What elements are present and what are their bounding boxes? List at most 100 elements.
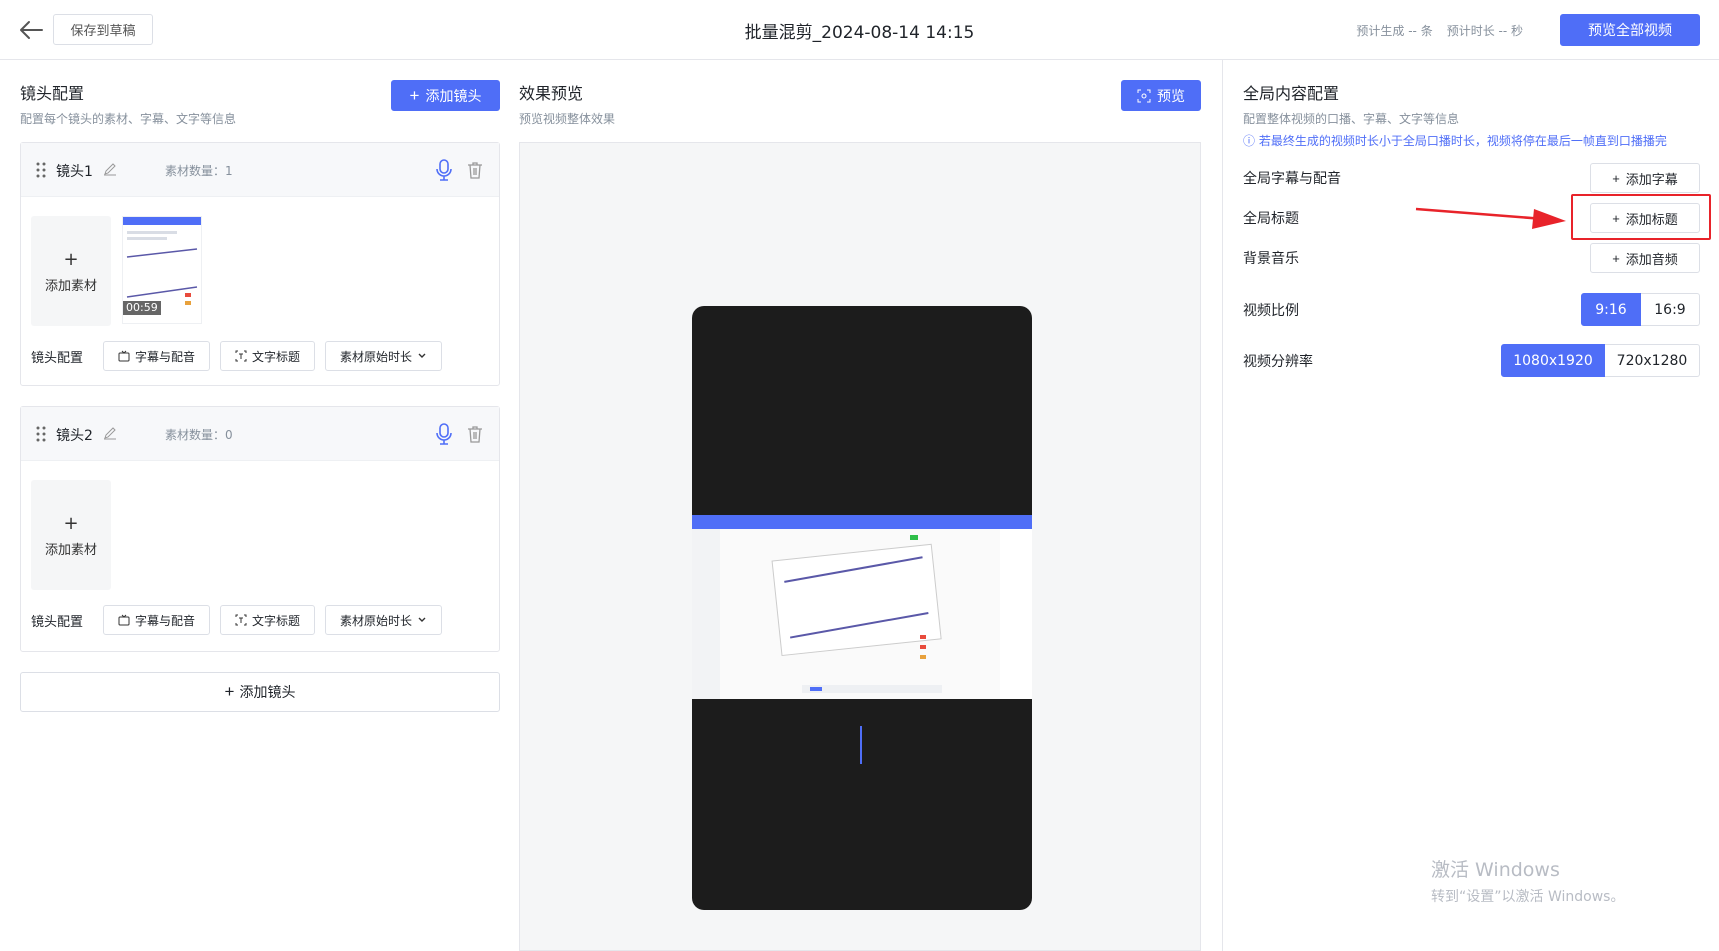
text-cursor xyxy=(860,726,862,764)
material-count: 素材数量：1 xyxy=(165,164,233,178)
text-title-button[interactable]: 文字标题 xyxy=(220,341,316,371)
video-resolution-segmented: 1080x1920 720x1280 xyxy=(1501,344,1700,377)
material-count: 素材数量：0 xyxy=(165,428,233,442)
duration-label: 素材原始时长 xyxy=(340,613,413,628)
global-subtitle-label: 全局字幕与配音 xyxy=(1243,171,1341,187)
watermark-line1: 激活 Windows xyxy=(1431,859,1560,881)
preview-panel: 效果预览 预览视频整体效果 预览 xyxy=(519,60,1201,951)
add-audio-label: 添加音频 xyxy=(1625,251,1678,267)
video-ratio-label: 视频比例 xyxy=(1243,302,1299,319)
text-frame-icon xyxy=(235,350,247,362)
shot-card-2: 镜头2 素材数量：0 + 添加素材 镜头配置 字幕与配音 文字标题 素材原始时长 xyxy=(20,406,500,652)
plus-icon: + xyxy=(224,682,235,701)
add-subtitle-label: 添加字幕 xyxy=(1625,171,1678,187)
text-title-label: 文字标题 xyxy=(252,613,301,628)
preview-button-label: 预览 xyxy=(1157,87,1185,104)
video-frame-image xyxy=(692,515,1032,699)
edit-icon[interactable] xyxy=(103,426,117,440)
add-shot-bottom-button[interactable]: + 添加镜头 xyxy=(20,672,500,712)
shot-config-label: 镜头配置 xyxy=(31,350,84,366)
shot-config-row: 镜头配置 字幕与配音 文字标题 素材原始时长 xyxy=(31,605,443,635)
add-material-button[interactable]: + 添加素材 xyxy=(31,216,111,326)
material-thumbnail[interactable]: 00:59 xyxy=(122,216,202,324)
thumbnail-bar xyxy=(123,217,201,225)
shot-name: 镜头1 xyxy=(56,164,93,180)
windows-activation-watermark: 激活 Windows 转到“设置”以激活 Windows。 xyxy=(1431,855,1624,906)
preview-video-frame xyxy=(692,515,1032,699)
tv-icon xyxy=(118,350,130,362)
add-title-button[interactable]: + 添加标题 xyxy=(1590,203,1700,233)
resolution-option-720[interactable]: 720x1280 xyxy=(1605,344,1700,377)
text-title-button[interactable]: 文字标题 xyxy=(220,605,316,635)
save-draft-button[interactable]: 保存到草稿 xyxy=(53,14,153,45)
drag-handle-icon[interactable] xyxy=(36,426,46,442)
generation-stats: 预计生成 -- 条 预计时长 -- 秒 xyxy=(1356,22,1523,39)
thumbnail-duration: 00:59 xyxy=(123,301,161,315)
add-audio-button[interactable]: + 添加音频 xyxy=(1590,243,1700,273)
add-title-label: 添加标题 xyxy=(1625,211,1678,227)
duration-notice: ⓘ 若最终生成的视频时长小于全局口播时长，视频将停在最后一帧直到口播播完 xyxy=(1243,132,1667,149)
shot-config-title: 镜头配置 xyxy=(20,84,85,103)
edit-icon[interactable] xyxy=(103,162,117,176)
trash-icon[interactable] xyxy=(467,425,483,443)
preview-title: 效果预览 xyxy=(519,84,584,103)
add-material-label: 添加素材 xyxy=(44,278,97,294)
watermark-line2: 转到“设置”以激活 Windows。 xyxy=(1431,889,1625,905)
add-shot-label: 添加镜头 xyxy=(425,87,482,104)
video-ratio-segmented: 9:16 16:9 xyxy=(1581,293,1700,326)
plus-icon: + xyxy=(63,248,79,270)
background-music-label: 背景音乐 xyxy=(1243,251,1299,267)
expected-duration: 预计时长 -- 秒 xyxy=(1446,24,1523,38)
global-subtitle-row: 全局字幕与配音 + 添加字幕 xyxy=(1243,163,1700,193)
ratio-option-16-9[interactable]: 16:9 xyxy=(1641,293,1700,326)
top-header: 保存到草稿 批量混剪_2024-08-14 14:15 预计生成 -- 条 预计… xyxy=(0,0,1719,60)
preview-all-button[interactable]: 预览全部视频 xyxy=(1560,14,1700,46)
phone-preview xyxy=(692,306,1032,910)
microphone-icon[interactable] xyxy=(435,159,453,181)
plus-icon: + xyxy=(409,85,420,105)
preview-subtitle: 预览视频整体效果 xyxy=(519,112,616,126)
shot-config-subtitle: 配置每个镜头的素材、字幕、文字等信息 xyxy=(20,112,237,126)
duration-select[interactable]: 素材原始时长 xyxy=(325,341,443,371)
plus-icon: + xyxy=(1612,170,1620,186)
shot-name: 镜头2 xyxy=(56,428,93,444)
shot-config-row: 镜头配置 字幕与配音 文字标题 素材原始时长 xyxy=(31,341,443,371)
subtitle-dubbing-button[interactable]: 字幕与配音 xyxy=(103,341,211,371)
add-material-button[interactable]: + 添加素材 xyxy=(31,480,111,590)
info-icon: ⓘ xyxy=(1243,134,1256,148)
global-title-row: 全局标题 + 添加标题 xyxy=(1243,203,1700,233)
plus-icon: + xyxy=(63,512,79,534)
expected-count: 预计生成 -- 条 xyxy=(1356,24,1433,38)
shot-header: 镜头1 素材数量：1 xyxy=(21,143,499,197)
subtitle-dubbing-label: 字幕与配音 xyxy=(135,349,196,364)
plus-icon: + xyxy=(1612,210,1620,226)
preview-button[interactable]: 预览 xyxy=(1121,80,1201,111)
global-title-label: 全局标题 xyxy=(1243,211,1299,227)
preview-stage xyxy=(519,142,1201,951)
add-subtitle-button[interactable]: + 添加字幕 xyxy=(1590,163,1700,193)
add-material-label: 添加素材 xyxy=(44,542,97,558)
subtitle-dubbing-button[interactable]: 字幕与配音 xyxy=(103,605,211,635)
plus-icon: + xyxy=(1612,250,1620,266)
duration-label: 素材原始时长 xyxy=(340,349,413,364)
chevron-down-icon xyxy=(418,353,426,358)
video-ratio-row: 视频比例 9:16 16:9 xyxy=(1243,293,1700,326)
add-shot-bottom-label: 添加镜头 xyxy=(239,684,296,700)
ratio-option-9-16[interactable]: 9:16 xyxy=(1581,293,1641,326)
duration-notice-text: 若最终生成的视频时长小于全局口播时长，视频将停在最后一帧直到口播播完 xyxy=(1258,134,1667,148)
global-config-subtitle: 配置整体视频的口播、字幕、文字等信息 xyxy=(1243,112,1460,126)
text-title-label: 文字标题 xyxy=(252,349,301,364)
microphone-icon[interactable] xyxy=(435,423,453,445)
global-config-panel: 全局内容配置 配置整体视频的口播、字幕、文字等信息 ⓘ 若最终生成的视频时长小于… xyxy=(1222,60,1719,951)
duration-select[interactable]: 素材原始时长 xyxy=(325,605,443,635)
drag-handle-icon[interactable] xyxy=(36,162,46,178)
tv-icon xyxy=(118,614,130,626)
shot-config-label: 镜头配置 xyxy=(31,614,84,630)
background-music-row: 背景音乐 + 添加音频 xyxy=(1243,243,1700,273)
trash-icon[interactable] xyxy=(467,161,483,179)
back-arrow-icon[interactable] xyxy=(18,18,44,42)
resolution-option-1080[interactable]: 1080x1920 xyxy=(1501,344,1605,377)
add-shot-button[interactable]: + 添加镜头 xyxy=(391,80,500,111)
chevron-down-icon xyxy=(418,617,426,622)
video-resolution-row: 视频分辨率 1080x1920 720x1280 xyxy=(1243,344,1700,377)
